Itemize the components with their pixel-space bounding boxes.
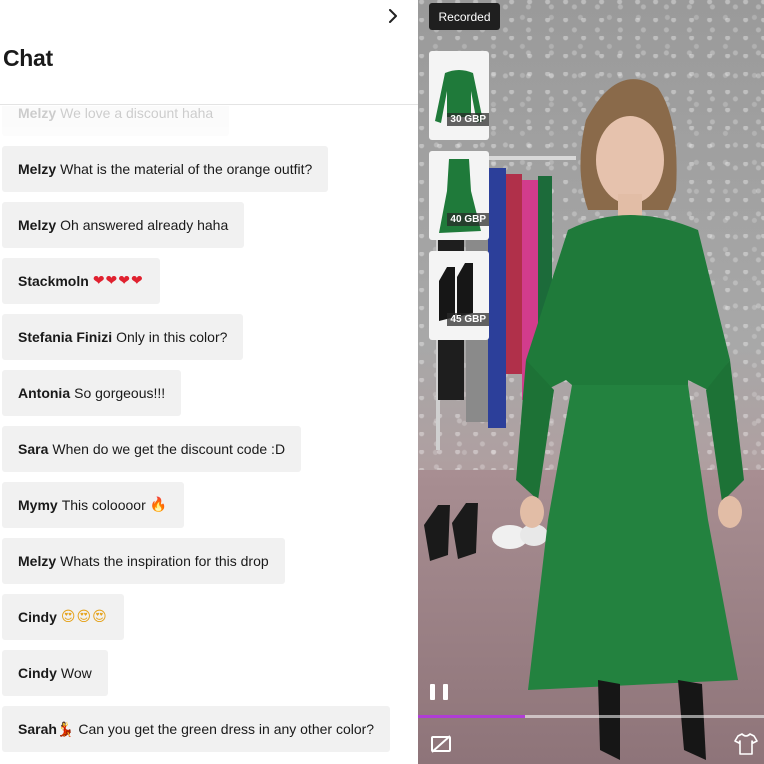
progress-bar[interactable]	[418, 715, 764, 718]
chat-message: Antonia So gorgeous!!!	[2, 370, 182, 416]
message-author: Antonia	[18, 385, 71, 401]
product-card[interactable]: 40 GBP	[429, 151, 489, 240]
product-price: 40 GBP	[447, 213, 489, 226]
collapse-chat-button[interactable]	[383, 6, 403, 26]
presenter-figure	[516, 79, 744, 760]
product-card[interactable]: 45 GBP	[429, 251, 489, 340]
chat-message: Melzy What is the material of the orange …	[2, 146, 329, 192]
chat-title: Chat	[3, 45, 53, 71]
header-divider	[0, 104, 418, 105]
product-price: 30 GBP	[447, 113, 489, 126]
chat-message: Melzy Whats the inspiration for this drop	[2, 538, 285, 584]
message-text: This coloooor	[61, 497, 146, 513]
message-text: Only in this color?	[116, 329, 228, 345]
products-button[interactable]	[734, 732, 758, 761]
hide-products-button[interactable]	[430, 734, 452, 759]
message-author: Melzy	[18, 553, 57, 569]
pause-button[interactable]	[430, 684, 448, 702]
message-author: Cindy	[18, 665, 57, 681]
message-author: Sara	[18, 441, 49, 457]
chat-message: Melzy Oh answered already haha	[2, 202, 245, 248]
message-author: Melzy	[18, 106, 57, 121]
message-text: We love a discount haha	[60, 106, 214, 121]
green-skirt-thumbnail	[439, 159, 481, 233]
message-text: When do we get the discount code :D	[52, 441, 286, 457]
message-author: Cindy	[18, 609, 57, 625]
message-text: Whats the inspiration for this drop	[60, 553, 269, 569]
shirt-icon	[734, 733, 758, 755]
message-author: Melzy	[18, 161, 57, 177]
chat-panel: Chat Melzy We love a discount haha Melzy Wh…	[0, 0, 418, 764]
green-top-thumbnail	[435, 70, 483, 123]
chat-message: Sara When do we get the discount code :D	[2, 426, 302, 472]
product-price: 45 GBP	[447, 313, 489, 326]
recorded-badge: Recorded	[429, 3, 500, 30]
pause-icon	[430, 684, 435, 700]
chat-message: Cindy 😍😍😍	[2, 594, 124, 640]
chat-message: Stackmoln ❤❤❤❤	[2, 258, 160, 304]
message-text: Can you get the green dress in any other…	[78, 721, 375, 737]
message-emoji: 😍😍😍	[60, 609, 108, 625]
progress-fill	[418, 715, 526, 718]
message-author: Melzy	[18, 217, 57, 233]
message-author: Stefania Finizi	[18, 329, 113, 345]
message-author: Mymy	[18, 497, 58, 513]
chevron-right-icon	[389, 9, 397, 23]
message-text: Wow	[60, 665, 92, 681]
chat-message: Melzy We love a discount haha	[2, 106, 230, 136]
hide-products-icon	[431, 735, 451, 753]
message-author: Stackmoln	[18, 273, 89, 289]
chat-message: Cindy Wow	[2, 650, 108, 696]
chat-message: Stefania Finizi Only in this color?	[2, 314, 244, 360]
message-emoji: ❤❤❤❤	[92, 273, 144, 289]
message-text: What is the material of the orange outfi…	[60, 161, 313, 177]
message-list[interactable]: Melzy We love a discount haha Melzy What is…	[0, 106, 418, 764]
chat-message: Sarah💃 Can you get the green dress in any…	[2, 706, 391, 752]
message-author: Sarah💃	[18, 720, 75, 737]
message-text: Oh answered already haha	[60, 217, 229, 233]
product-card[interactable]: 30 GBP	[429, 51, 489, 140]
message-emoji: 🔥	[149, 497, 169, 513]
chat-message: Mymy This coloooor 🔥	[2, 482, 185, 528]
message-text: So gorgeous!!!	[74, 385, 166, 401]
video-player[interactable]: Recorded 30 GBP 40 GBP 45 GBP	[418, 0, 764, 764]
black-boots-thumbnail	[439, 263, 473, 321]
